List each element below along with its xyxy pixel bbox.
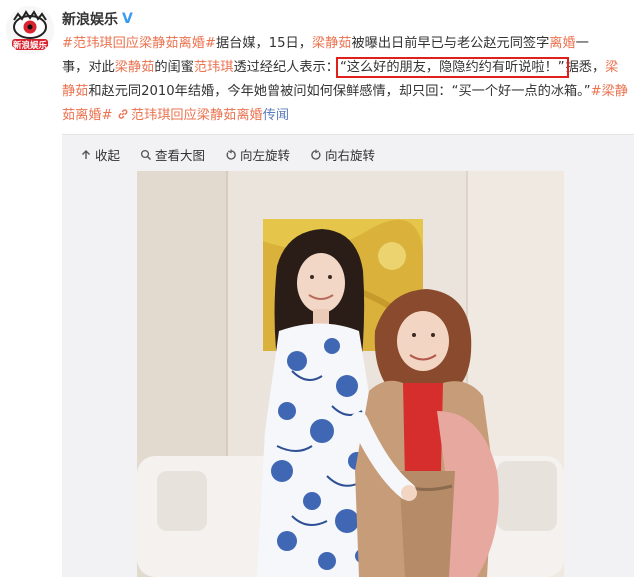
view-large-button[interactable]: 查看大图 — [140, 145, 205, 164]
rotate-left-button[interactable]: 向左旋转 — [225, 145, 290, 164]
mention-link[interactable]: 梁 — [605, 60, 618, 75]
media-viewer: 收起 查看大图 向左旋转 向右旋转 — [62, 134, 634, 577]
post-text-span: 一 — [575, 36, 589, 51]
search-icon — [140, 149, 152, 160]
collapse-button[interactable]: 收起 — [80, 145, 120, 164]
post-text-span: 的闺蜜 — [154, 60, 194, 75]
account-name[interactable]: 新浪娱乐 — [62, 9, 118, 29]
post-line-4: 茹离婚# 范玮琪回应梁静茹离婚传闻 — [62, 104, 632, 128]
keyword-link[interactable]: 离婚 — [549, 36, 575, 51]
post-text-span: 透过经纪人表示： — [233, 60, 339, 75]
rotate-right-icon — [311, 149, 321, 160]
hashtag-link[interactable]: #范玮琪回应梁静茹离婚# — [62, 36, 216, 51]
link-chain-icon — [118, 109, 128, 119]
svg-text:新浪娱乐: 新浪娱乐 — [13, 40, 48, 51]
sina-ent-logo: 新浪娱乐 — [6, 6, 54, 54]
mention-link[interactable]: 范玮琪 — [194, 60, 234, 75]
mention-link[interactable]: 梁静茹 — [115, 60, 155, 75]
post-line-2: 事，对此梁静茹的闺蜜范玮琪透过经纪人表示：“这么好的朋友，隐隐约约有听说啦！”据… — [62, 56, 632, 80]
view-large-label: 查看大图 — [155, 148, 206, 163]
media-toolbar: 收起 查看大图 向左旋转 向右旋转 — [80, 145, 375, 164]
rotate-right-label: 向右旋转 — [325, 148, 376, 163]
photo-two-women — [137, 171, 564, 577]
rotate-left-label: 向左旋转 — [240, 148, 291, 163]
account-name-row: 新浪娱乐 V — [62, 9, 133, 29]
rotate-left-icon — [226, 149, 236, 160]
avatar[interactable]: 新浪娱乐 — [6, 6, 54, 54]
mention-link[interactable]: 梁静茹 — [312, 36, 352, 51]
post-text: #范玮琪回应梁静茹离婚#据台媒，15日，梁静茹被曝出日前早已与老公赵元同签字离婚… — [62, 32, 632, 128]
post-line-3: 静茹和赵元同2010年结婚，今年她曾被问如何保鲜感情，却只回：“买一个好一点的冰… — [62, 80, 632, 104]
post-text-span: 和赵元同2010年结婚，今年她曾被问如何保鲜感情，却只回：“买一个好一点的冰箱。… — [88, 84, 591, 99]
verified-icon: V — [122, 11, 133, 27]
post-text-span: 据台媒，15日， — [215, 36, 312, 51]
source-link[interactable]: 传闻 — [263, 108, 289, 123]
post-text-span: 事，对此 — [62, 60, 115, 75]
post-photo[interactable] — [137, 171, 564, 577]
hashtag-link[interactable]: 茹离婚# — [62, 108, 113, 123]
collapse-label: 收起 — [95, 148, 121, 163]
rotate-right-button[interactable]: 向右旋转 — [310, 145, 375, 164]
post-text-span: 据悉， — [565, 60, 606, 75]
post-line-1: #范玮琪回应梁静茹离婚#据台媒，15日，梁静茹被曝出日前早已与老公赵元同签字离婚… — [62, 32, 632, 56]
arrow-up-icon — [82, 149, 90, 159]
hashtag-link[interactable]: #梁静 — [591, 84, 628, 99]
post-text-span: 被曝出日前早已与老公赵元同签字 — [351, 36, 550, 51]
mention-link[interactable]: 静茹 — [62, 84, 88, 99]
highlighted-quote: “这么好的朋友，隐隐约约有听说啦！” — [335, 57, 569, 78]
topic-link[interactable]: 范玮琪回应梁静茹离婚 — [131, 108, 263, 123]
